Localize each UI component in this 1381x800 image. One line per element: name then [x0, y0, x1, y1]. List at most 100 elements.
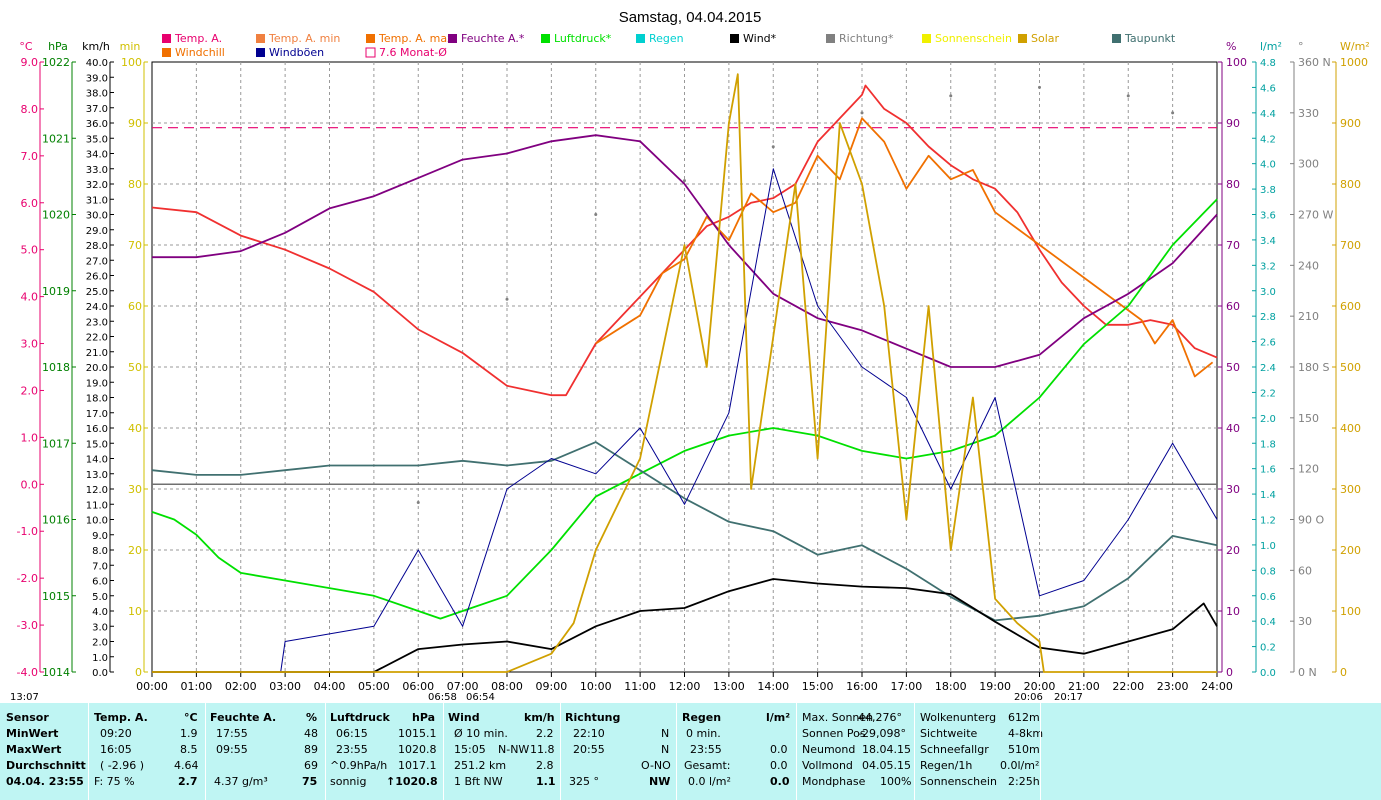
x-tick-label: 11:00 — [624, 680, 656, 693]
humidity-abs: 4.37 g/m³ — [214, 775, 268, 788]
max-label: MaxWert — [6, 743, 62, 756]
weather-value: 4-8km — [1008, 727, 1044, 740]
astro-value: 04.05.15 — [862, 759, 911, 772]
axis-tick-label: 36.0 — [86, 119, 108, 130]
x-tick-label: 12:00 — [669, 680, 701, 693]
axis-tick-label: 40 — [1226, 422, 1240, 435]
wind-unit: km/h — [524, 711, 555, 724]
axis-unit-label: °C — [19, 40, 33, 53]
axis-tick-label: 33.0 — [86, 165, 108, 176]
axis-tick-label: 4.4 — [1260, 109, 1276, 120]
axis-tick-label: 30.0 — [86, 211, 108, 222]
axis-tick-label: 4.8 — [1260, 58, 1276, 69]
axis-tick-label: 500 — [1340, 361, 1361, 374]
axis-tick-label: 0 — [1340, 666, 1347, 679]
pressure-column: Luftdruck hPa 06:15 1015.1 23:55 1020.8 … — [328, 703, 442, 800]
legend-label: Temp. A. — [174, 32, 222, 45]
x-tick-label: 00:00 — [136, 680, 168, 693]
wind-run: 2.8 — [536, 759, 554, 772]
axis-tick-label: 14.0 — [86, 455, 108, 466]
x-tick-label: 19:00 — [979, 680, 1011, 693]
axis-tick-label: 80 — [128, 178, 142, 191]
weather-state: sonnig — [330, 775, 367, 788]
weather-column: Wolkenunterg 612m Sichtweite 4-8km Schne… — [920, 703, 1044, 800]
axis-tick-label: 1.4 — [1260, 490, 1276, 501]
axis-tick-label: 9.0 — [92, 531, 108, 542]
axis-tick-label: 60 — [1226, 300, 1240, 313]
rain-total-label: Gesamt: — [684, 759, 731, 772]
direction-deg: 325 ° — [569, 775, 599, 788]
temp-max: 8.5 — [180, 743, 198, 756]
axis-tick-label: 30 — [1298, 615, 1312, 628]
rain-column: Regen l/m² 0 min. 23:55 0.0 Gesamt: 0.0 … — [680, 703, 794, 800]
axis-tick-label: 90 O — [1298, 514, 1324, 527]
axis-tick-label: 600 — [1340, 300, 1361, 313]
legend-label: Solar — [1031, 32, 1060, 45]
axis-tick-label: 150 — [1298, 412, 1319, 425]
x-tick-label: 17:00 — [891, 680, 923, 693]
axis-tick-label: 700 — [1340, 239, 1361, 252]
axis-tick-label: 330 — [1298, 107, 1319, 120]
axis-tick-label: 70 — [128, 239, 142, 252]
axis-tick-label: 2.4 — [1260, 363, 1276, 374]
axis-tick-label: 39.0 — [86, 73, 108, 84]
legend-swatch — [541, 34, 550, 43]
axis-unit-label: W/m² — [1340, 40, 1370, 53]
axis-tick-label: 15.0 — [86, 439, 108, 450]
sunset-label: 20:17 — [1054, 692, 1083, 703]
separator — [325, 703, 326, 800]
time-left-label: 13:07 — [10, 692, 39, 703]
direction-point — [771, 145, 775, 149]
axis-tick-label: 0 N — [1298, 666, 1317, 679]
axis-tick-label: 1017 — [42, 437, 70, 450]
grid — [151, 61, 1218, 673]
temp-min: 1.9 — [180, 727, 198, 740]
axis-tick-label: -3.0 — [17, 619, 38, 632]
x-tick-label: 13:00 — [713, 680, 745, 693]
legend-label: Luftdruck* — [554, 32, 612, 45]
temp-header: Temp. A. — [94, 711, 148, 724]
humidity-max: 89 — [304, 743, 318, 756]
axis-tick-label: 22.0 — [86, 333, 108, 344]
sunset-label: 20:06 — [1014, 692, 1043, 703]
axis-tick-label: 300 — [1298, 158, 1319, 171]
humidity-min-time: 17:55 — [216, 727, 248, 740]
axis-tick-label: 210 — [1298, 310, 1319, 323]
axis-tick-label: 38.0 — [86, 89, 108, 100]
direction-point — [594, 213, 598, 216]
axis-tick-label: 10 — [128, 605, 142, 618]
axis-unit-label: l/m² — [1260, 40, 1282, 53]
axis-tick-label: 24.0 — [86, 302, 108, 313]
separator — [914, 703, 915, 800]
pressure-avg: 1017.1 — [398, 759, 437, 772]
axis-tick-label: 20 — [1226, 544, 1240, 557]
axis-tick-label: 16.0 — [86, 424, 108, 435]
humidity-current: 75 — [302, 775, 318, 788]
astro-value: 100% — [880, 775, 912, 788]
axis-tick-label: 31.0 — [86, 195, 108, 206]
direction-point — [949, 94, 953, 98]
chart-marks: 13:07 06:58 06:54 20:06 20:17 — [10, 692, 1083, 703]
axis-tick-label: 1014 — [42, 666, 70, 679]
legend-swatch — [256, 34, 265, 43]
astro-value: -29,098° — [858, 727, 906, 740]
astro-value: 18.04.15 — [862, 743, 911, 756]
axis-tick-label: 17.0 — [86, 409, 108, 420]
axis-tick-label: 4.0 — [92, 607, 108, 618]
legend-label: Feuchte A.* — [461, 32, 525, 45]
axis-tick-label: 120 — [1298, 463, 1319, 476]
axis-tick-label: 20 — [128, 544, 142, 557]
weather-label: Sonnenschein — [920, 775, 997, 788]
wind-max-dir: N-NW — [498, 743, 530, 756]
min-label: MinWert — [6, 727, 59, 740]
axis-tick-label: 100 — [121, 56, 142, 69]
axis-tick-label: 5.0 — [21, 244, 39, 257]
axis-tick-label: 1.0 — [1260, 541, 1276, 552]
axis-tick-label: 1015 — [42, 590, 70, 603]
axis-tick-label: 1.0 — [92, 653, 108, 664]
axis-tick-label: 25.0 — [86, 287, 108, 298]
axis-tick-label: 3.0 — [21, 338, 39, 351]
axis-tick-label: 90 — [128, 117, 142, 130]
temp-max-time: 16:05 — [100, 743, 132, 756]
axis-tick-label: 1.6 — [1260, 465, 1276, 476]
